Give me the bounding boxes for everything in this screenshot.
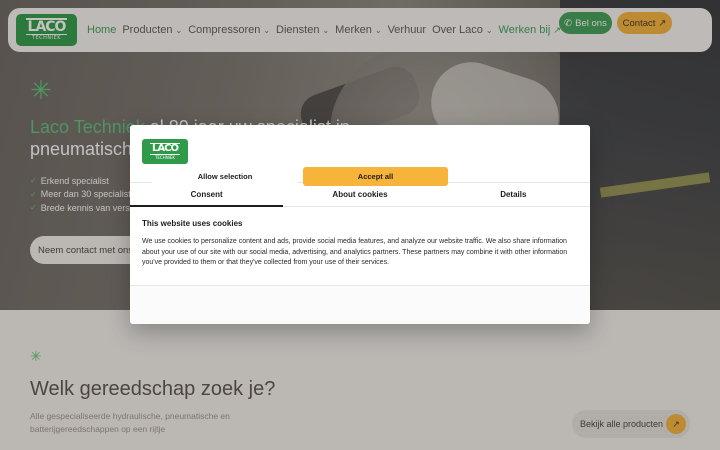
cookie-heading: This website uses cookies xyxy=(142,219,243,228)
tab-consent[interactable]: Consent xyxy=(130,183,284,207)
tab-details[interactable]: Details xyxy=(437,183,590,206)
cookie-body-text: We use cookies to personalize content an… xyxy=(142,238,568,266)
tab-about-cookies[interactable]: About cookies xyxy=(283,183,436,206)
logo-text: LACO xyxy=(150,143,180,155)
logo-subtext: TECHNIEK xyxy=(154,155,176,160)
cookie-footer xyxy=(130,285,590,324)
dialog-logo: LACO TECHNIEK xyxy=(142,139,188,164)
cookie-consent-dialog: LACO TECHNIEK Consent About cookies Detail… xyxy=(130,125,590,324)
allow-selection-button[interactable]: Allow selection xyxy=(152,167,298,186)
accept-all-button[interactable]: Accept all xyxy=(303,167,448,186)
